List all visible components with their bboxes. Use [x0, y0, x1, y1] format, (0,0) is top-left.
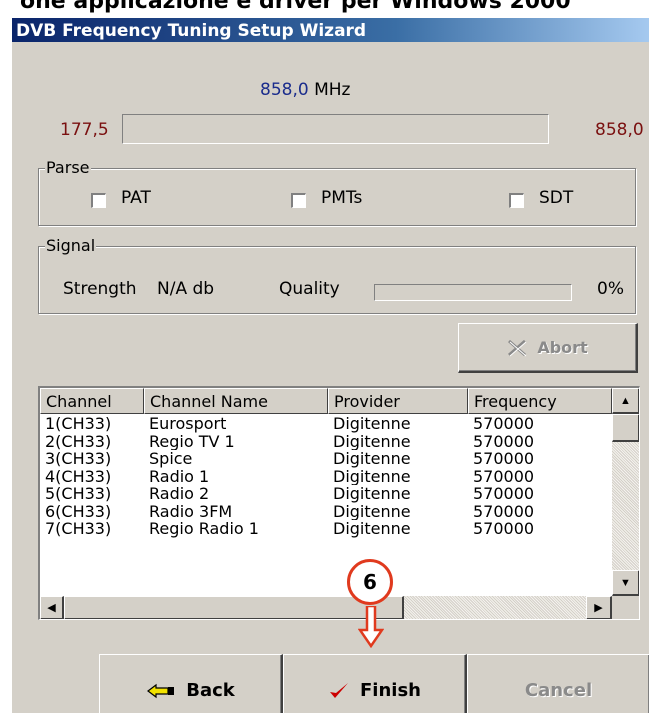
step-annotation-number: 6	[363, 570, 377, 594]
quality-value: 0%	[597, 279, 624, 299]
cell-provider: Digitenne	[333, 450, 411, 468]
quality-progress-bar	[374, 284, 572, 301]
cell-channel-name: Radio 3FM	[149, 502, 233, 520]
cell-channel: 5(CH33)	[45, 485, 112, 503]
cell-provider: Digitenne	[333, 520, 411, 538]
table-row[interactable]: 1(CH33) Eurosport Digitenne 570000	[40, 415, 612, 433]
table-row[interactable]: 4(CH33) Radio 1 Digitenne 570000	[40, 468, 612, 486]
cell-provider: Digitenne	[333, 502, 411, 520]
table-row[interactable]: 5(CH33) Radio 2 Digitenne 570000	[40, 485, 612, 503]
title-bar: DVB Frequency Tuning Setup Wizard	[12, 18, 649, 42]
cancel-button[interactable]: Cancel	[467, 654, 649, 713]
scroll-right-button[interactable]: ▶	[586, 596, 612, 619]
back-label: Back	[186, 680, 235, 701]
channel-list-body: 1(CH33) Eurosport Digitenne 570000 2(CH3…	[40, 415, 612, 538]
horizontal-scroll-thumb[interactable]	[64, 596, 404, 619]
scroll-left-button[interactable]: ◀	[40, 596, 64, 619]
pmts-checkbox[interactable]	[291, 193, 306, 208]
arrow-right-icon: ▶	[594, 602, 603, 614]
page-caption: one applicazione e driver per Windows 20…	[0, 0, 649, 18]
cell-provider: Digitenne	[333, 485, 411, 503]
strength-value: N/A db	[157, 279, 215, 299]
finish-label: Finish	[360, 680, 421, 701]
scroll-down-button[interactable]: ▼	[612, 570, 639, 596]
table-row[interactable]: 6(CH33) Radio 3FM Digitenne 570000	[40, 503, 612, 521]
cell-frequency: 570000	[473, 432, 535, 450]
current-frequency-value: 858,0	[260, 80, 309, 100]
cell-channel-name: Regio TV 1	[149, 432, 235, 450]
cell-provider: Digitenne	[333, 415, 411, 433]
cell-frequency: 570000	[473, 502, 535, 520]
cell-channel-name: Spice	[149, 450, 193, 468]
table-row[interactable]: 3(CH33) Spice Digitenne 570000	[40, 450, 612, 468]
cell-channel: 7(CH33)	[45, 520, 112, 538]
step-annotation-badge: 6	[347, 559, 393, 605]
abort-label: Abort	[537, 338, 588, 357]
parse-group: Parse PAT PMTs SDT	[38, 158, 636, 226]
cell-channel-name: Radio 1	[149, 467, 210, 485]
signal-group: Signal Strength N/A db Quality 0%	[38, 236, 636, 314]
cell-channel-name: Radio 2	[149, 485, 210, 503]
window-title: DVB Frequency Tuning Setup Wizard	[16, 21, 367, 41]
arrow-down-icon: ▼	[620, 576, 631, 589]
cancel-label: Cancel	[524, 680, 593, 701]
signal-group-title: Signal	[45, 236, 97, 255]
back-hand-arrow-icon	[146, 682, 176, 700]
channel-list[interactable]: Channel Channel Name Provider Frequency …	[38, 386, 640, 620]
cell-channel-name: Regio Radio 1	[149, 520, 259, 538]
sdt-checkbox[interactable]	[509, 193, 524, 208]
vertical-scrollbar[interactable]: ▲ ▼	[612, 388, 639, 596]
wizard-window: DVB Frequency Tuning Setup Wizard 858,0 …	[10, 18, 649, 713]
cell-channel: 3(CH33)	[45, 450, 112, 468]
cell-provider: Digitenne	[333, 467, 411, 485]
pat-label[interactable]: PAT	[121, 188, 151, 208]
cell-channel: 2(CH33)	[45, 432, 112, 450]
cell-frequency: 570000	[473, 520, 535, 538]
channel-list-header: Channel Channel Name Provider Frequency	[40, 388, 612, 414]
scroll-up-button[interactable]: ▲	[612, 388, 639, 414]
cell-channel: 4(CH33)	[45, 467, 112, 485]
strength-label: Strength	[63, 279, 137, 299]
finish-button[interactable]: Finish	[283, 654, 467, 713]
table-row[interactable]: 2(CH33) Regio TV 1 Digitenne 570000	[40, 433, 612, 451]
column-header-provider[interactable]: Provider	[328, 388, 468, 414]
page-caption-text: one applicazione e driver per Windows 20…	[20, 0, 571, 14]
frequency-min: 177,5	[60, 120, 109, 140]
back-button[interactable]: Back	[99, 654, 283, 713]
frequency-progress-bar	[122, 114, 549, 144]
column-header-channel-name[interactable]: Channel Name	[144, 388, 328, 414]
cell-frequency: 570000	[473, 450, 535, 468]
cell-channel-name: Eurosport	[149, 415, 227, 433]
cell-channel: 1(CH33)	[45, 415, 112, 433]
pat-checkbox[interactable]	[91, 193, 106, 208]
parse-group-title: Parse	[45, 158, 91, 177]
annotation-arrow-icon	[358, 606, 384, 648]
checkmark-icon	[328, 681, 350, 701]
column-header-frequency[interactable]: Frequency	[468, 388, 612, 414]
frequency-unit: MHz	[314, 80, 351, 100]
cell-frequency: 570000	[473, 467, 535, 485]
scrollbar-corner	[612, 596, 639, 619]
cell-frequency: 570000	[473, 485, 535, 503]
arrow-up-icon: ▲	[620, 394, 631, 407]
arrow-left-icon: ◀	[47, 602, 56, 614]
cell-frequency: 570000	[473, 415, 535, 433]
sdt-label[interactable]: SDT	[539, 188, 573, 208]
horizontal-scrollbar[interactable]: ◀ ▶	[40, 596, 612, 619]
cell-provider: Digitenne	[333, 432, 411, 450]
table-row[interactable]: 7(CH33) Regio Radio 1 Digitenne 570000	[40, 520, 612, 538]
cell-channel: 6(CH33)	[45, 502, 112, 520]
current-frequency: 858,0 MHz	[260, 80, 350, 100]
quality-label: Quality	[279, 279, 340, 299]
abort-x-icon	[507, 339, 527, 357]
column-header-channel[interactable]: Channel	[40, 388, 144, 414]
abort-button[interactable]: Abort	[458, 323, 638, 373]
vertical-scroll-thumb[interactable]	[612, 414, 639, 442]
frequency-max: 858,0	[595, 120, 644, 140]
pmts-label[interactable]: PMTs	[321, 188, 362, 208]
